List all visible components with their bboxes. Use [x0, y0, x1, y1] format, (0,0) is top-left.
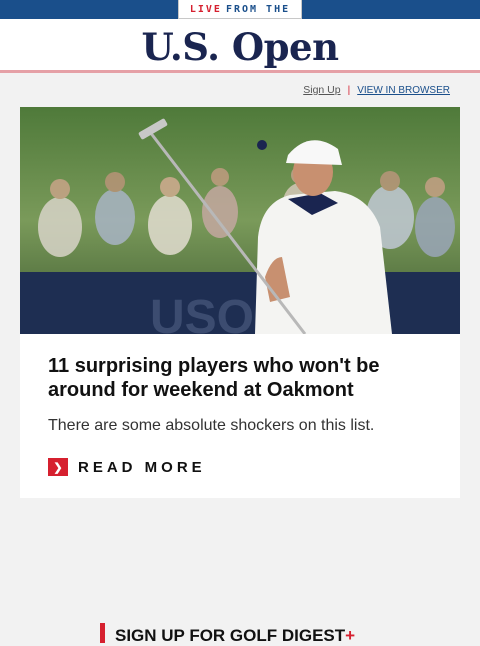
signup-heading: SIGN UP FOR GOLF DIGEST+	[115, 626, 355, 646]
plus-mark: +	[345, 626, 356, 645]
sign-up-link[interactable]: Sign Up	[303, 84, 340, 96]
chevron-right-icon: ❯	[48, 458, 68, 476]
live-word: LIVE	[189, 3, 222, 15]
article-headline[interactable]: 11 surprising players who won't be aroun…	[48, 354, 432, 402]
utility-links: Sign Up | VIEW IN BROWSER	[0, 73, 480, 107]
masthead: U.S. Open	[0, 19, 480, 73]
golfer-photo: USOPEN	[20, 107, 460, 334]
article-card: USOPEN 11 surprising players who won't b…	[20, 107, 460, 498]
signup-accent-bar	[100, 623, 105, 643]
article-dek: There are some absolute shockers on this…	[48, 417, 375, 434]
signup-title-text: SIGN UP FOR GOLF DIGEST	[115, 626, 346, 645]
hero-image[interactable]: USOPEN	[20, 107, 460, 334]
link-separator: |	[347, 84, 351, 96]
live-from-the-tab: LIVE FROM THE	[178, 0, 302, 19]
read-more-label: READ MORE	[78, 458, 206, 476]
top-banner: LIVE FROM THE	[0, 0, 480, 19]
signup-section: SIGN UP FOR GOLF DIGEST+	[100, 623, 355, 646]
read-more-button[interactable]: ❯ READ MORE	[48, 458, 432, 476]
us-open-logo[interactable]: U.S. Open	[142, 25, 339, 69]
from-the-text: FROM THE	[225, 3, 291, 15]
view-in-browser-link[interactable]: VIEW IN BROWSER	[357, 85, 450, 96]
article-body: 11 surprising players who won't be aroun…	[20, 334, 460, 498]
